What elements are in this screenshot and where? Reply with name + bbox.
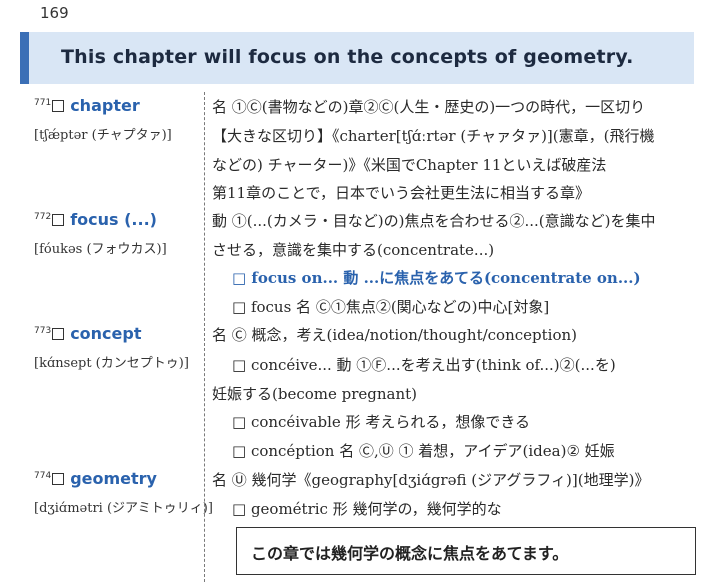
example-sentence-box: この章では幾何学の概念に焦点をあてます。 (236, 527, 696, 575)
definition-line: 名 ①Ⓒ(書物などの)章②Ⓒ(人生・歴史の)一つの時代，一区切り (212, 98, 646, 116)
example-banner: This chapter will focus on the concepts … (20, 32, 694, 84)
entry-word: concept (70, 324, 142, 343)
banner-text: This chapter will focus on the concepts … (61, 46, 634, 68)
entry-number: 771 (34, 98, 52, 108)
checkbox-icon[interactable] (52, 328, 65, 340)
entry-number: 773 (34, 326, 52, 336)
pronunciation: [tʃǽptər (チャプタァ)] (34, 128, 172, 143)
entry-head-focus: 772 focus (...) (34, 210, 157, 229)
entry-number: 772 (34, 212, 52, 222)
definition-line: 動 ①(...(カメラ・目など)の)焦点を合わせる②...(意識など)を集中 (212, 212, 656, 230)
pronunciation: [kɑ́nsept (カンセプトゥ)] (34, 356, 189, 371)
entry-head-chapter: 771 chapter (34, 96, 140, 115)
derivative-line: □ focus on... 動 ...に焦点をあてる(concentrate o… (232, 269, 641, 287)
derivative-line: □ concéption 名 Ⓒ,Ⓤ ① 着想，アイデア(idea)② 妊娠 (232, 442, 615, 460)
pronunciation: [fóukəs (フォウカス)] (34, 242, 167, 257)
derivative-line: □ focus 名 Ⓒ①焦点②(関心などの)中心[対象] (232, 298, 550, 316)
entry-word: focus (...) (70, 210, 157, 229)
entry-word: chapter (70, 96, 140, 115)
page-number: 169 (40, 4, 69, 22)
definition-line: などの) チャーター)》《米国でChapter 11といえば破産法 (212, 156, 607, 174)
entry-word: geometry (70, 469, 157, 488)
entry-number: 774 (34, 471, 52, 481)
derivative-line: □ geométric 形 幾何学の，幾何学的な (232, 500, 502, 518)
checkbox-icon[interactable] (52, 214, 65, 226)
definition-line: 名 Ⓤ 幾何学《geography[dʒiɑ́grəfi (ジアグラフィ)](地… (212, 471, 650, 489)
checkbox-icon[interactable] (52, 473, 65, 485)
entry-head-concept: 773 concept (34, 324, 142, 343)
definition-line: 名 Ⓒ 概念，考え(idea/notion/thought/conception… (212, 326, 577, 344)
definition-line: 第11章のことで，日本でいう会社更生法に相当する章》 (212, 184, 591, 202)
derivative-line: □ concéivable 形 考えられる，想像できる (232, 413, 531, 431)
definition-line: 【大きな区切り】《charter[tʃɑ́ːrtər (チャァタァ)](憲章，(… (212, 127, 655, 145)
definition-line: 妊娠する(become pregnant) (212, 385, 418, 403)
pronunciation: [dʒiɑ́mətri (ジアミトゥリィ)] (34, 501, 213, 516)
checkbox-icon[interactable] (52, 100, 65, 112)
definition-line: させる，意識を集中する(concentrate...) (212, 241, 495, 259)
derivative-line: □ concéive... 動 ①Ⓕ...を考え出す(think of...)②… (232, 356, 616, 374)
example-sentence: この章では幾何学の概念に焦点をあてます。 (251, 544, 569, 563)
entry-head-geometry: 774 geometry (34, 469, 157, 488)
